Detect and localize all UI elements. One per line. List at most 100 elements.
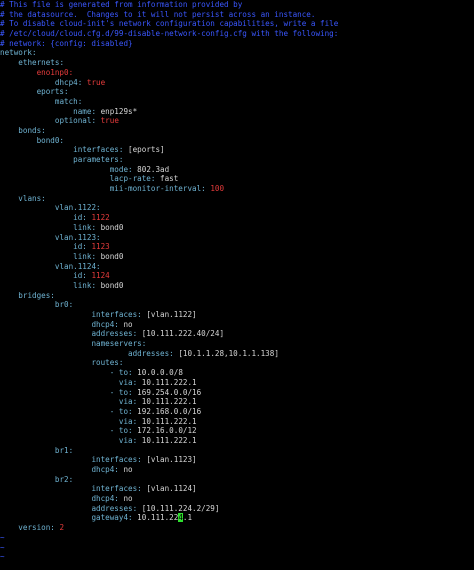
- yaml-line: interfaces: [eports]: [0, 145, 474, 155]
- dhcp4-value: no: [123, 465, 133, 474]
- optional-value: true: [100, 116, 119, 126]
- match-key: match:: [54, 96, 83, 106]
- route-to-value: 10.0.0.0/8: [137, 368, 183, 378]
- link-key: link:: [73, 251, 97, 261]
- yaml-line: addresses: [10.111.224.2/29]: [0, 504, 474, 514]
- route-via-value: 10.111.222.1: [141, 435, 197, 445]
- link-value: bond0: [100, 280, 124, 290]
- interfaces-key: interfaces:: [91, 310, 142, 319]
- link-key: link:: [73, 280, 97, 290]
- route-via-key: via:: [118, 377, 138, 387]
- lacp-rate-value: fast: [160, 174, 179, 184]
- id-value: 1122: [91, 213, 110, 223]
- ethernets-key: ethernets:: [18, 58, 65, 68]
- yaml-line: dhcp4: no: [0, 465, 474, 475]
- yaml-line: - to: 169.254.0.0/16: [0, 388, 474, 398]
- yaml-line: br0:: [0, 300, 474, 310]
- interfaces-value: [vlan.1122]: [146, 310, 197, 319]
- interfaces-key: interfaces:: [91, 484, 142, 494]
- lacp-rate-key: lacp-rate:: [109, 174, 156, 184]
- route-via-value: 10.111.222.1: [141, 416, 197, 426]
- routes-key: routes:: [91, 358, 124, 368]
- route-via-key: via:: [118, 397, 138, 407]
- yaml-line: link: bond0: [0, 281, 474, 291]
- yaml-line: interfaces: [vlan.1122]: [0, 310, 474, 320]
- yaml-line: parameters:: [0, 155, 474, 165]
- vlan-1124-key: vlan.1124:: [54, 261, 101, 271]
- route-to-value: 172.16.0.0/12: [137, 426, 197, 436]
- interfaces-key: interfaces:: [73, 145, 124, 155]
- empty-line-marker: ~: [0, 532, 5, 542]
- ns-addresses-key: addresses:: [128, 348, 174, 358]
- route-via-value: 10.111.222.1: [141, 377, 197, 387]
- yaml-line: - to: 192.168.0.0/16: [0, 407, 474, 417]
- yaml-line: via: 10.111.222.1: [0, 436, 474, 446]
- dhcp4-value: no: [123, 319, 133, 329]
- yaml-line: network:: [0, 48, 474, 58]
- yaml-line: addresses: [10.1.1.28,10.1.1.138]: [0, 349, 474, 359]
- mii-monitor-value: 100: [210, 184, 225, 194]
- vim-editor[interactable]: # This file is generated from informatio…: [0, 0, 474, 570]
- eno1-key: eno1np0:: [36, 67, 74, 77]
- mii-monitor-key: mii-monitor-interval:: [109, 184, 206, 194]
- yaml-line: routes:: [0, 358, 474, 368]
- yaml-line: dhcp4: no: [0, 494, 474, 504]
- ns-addresses-value: [10.1.1.28,10.1.1.138]: [178, 348, 279, 358]
- addresses-key: addresses:: [91, 503, 138, 513]
- addresses-key: addresses:: [91, 329, 138, 339]
- yaml-line: interfaces: [vlan.1123]: [0, 455, 474, 465]
- yaml-line: id: 1124: [0, 271, 474, 281]
- yaml-line: id: 1122: [0, 213, 474, 223]
- yaml-line: lacp-rate: fast: [0, 174, 474, 184]
- yaml-line: bonds:: [0, 126, 474, 136]
- yaml-line: id: 1123: [0, 242, 474, 252]
- name-key: name:: [73, 106, 97, 116]
- yaml-line: vlan.1123:: [0, 233, 474, 243]
- interfaces-value: [eports]: [128, 145, 165, 155]
- yaml-line: - to: 10.0.0.0/8: [0, 368, 474, 378]
- route-via-key: via:: [118, 435, 138, 445]
- yaml-line: version: 2: [0, 523, 474, 533]
- yaml-line: via: 10.111.222.1: [0, 417, 474, 427]
- yaml-line: link: bond0: [0, 223, 474, 233]
- yaml-line: bridges:: [0, 291, 474, 301]
- comment-line: # This file is generated from informatio…: [0, 0, 243, 9]
- gateway4-value-start: 10.111.22: [137, 513, 179, 523]
- empty-line-marker: ~: [0, 542, 5, 552]
- yaml-line: - to: 172.16.0.0/12: [0, 426, 474, 436]
- vlans-key: vlans:: [18, 193, 46, 203]
- optional-key: optional:: [54, 116, 97, 126]
- br1-key: br1:: [54, 445, 74, 455]
- interfaces-value: [vlan.1123]: [146, 455, 197, 465]
- yaml-line: br2:: [0, 475, 474, 485]
- id-key: id:: [73, 213, 87, 223]
- interfaces-key: interfaces:: [91, 455, 142, 465]
- dhcp4-value: no: [123, 494, 133, 504]
- empty-line-marker: ~: [0, 552, 5, 562]
- eports-key: eports:: [36, 87, 69, 97]
- yaml-line: vlans:: [0, 194, 474, 204]
- interfaces-value: [vlan.1124]: [146, 484, 197, 494]
- yaml-line: gateway4: 10.111.224.1: [0, 513, 474, 523]
- comment-line: # To disable cloud-init's network config…: [0, 19, 339, 29]
- link-key: link:: [73, 222, 97, 232]
- yaml-line: name: enp129s*: [0, 107, 474, 117]
- route-to-key: - to:: [109, 387, 133, 397]
- yaml-line: dhcp4: true: [0, 78, 474, 88]
- mode-value: 802.3ad: [137, 164, 170, 174]
- yaml-line: eno1np0:: [0, 68, 474, 78]
- dhcp4-key: dhcp4:: [91, 494, 119, 504]
- route-to-key: - to:: [109, 406, 133, 416]
- nameservers-key: nameservers:: [91, 339, 147, 349]
- id-value: 1124: [91, 271, 110, 281]
- yaml-line: interfaces: [vlan.1124]: [0, 484, 474, 494]
- yaml-line: match:: [0, 97, 474, 107]
- route-via-value: 10.111.222.1: [141, 397, 197, 407]
- route-to-value: 169.254.0.0/16: [137, 387, 202, 397]
- link-value: bond0: [100, 222, 124, 232]
- bridges-key: bridges:: [18, 290, 55, 300]
- dhcp4-key: dhcp4:: [91, 319, 119, 329]
- network-key: network:: [0, 48, 37, 58]
- addresses-value: [10.111.222.40/24]: [141, 329, 225, 339]
- br0-key: br0:: [54, 300, 74, 310]
